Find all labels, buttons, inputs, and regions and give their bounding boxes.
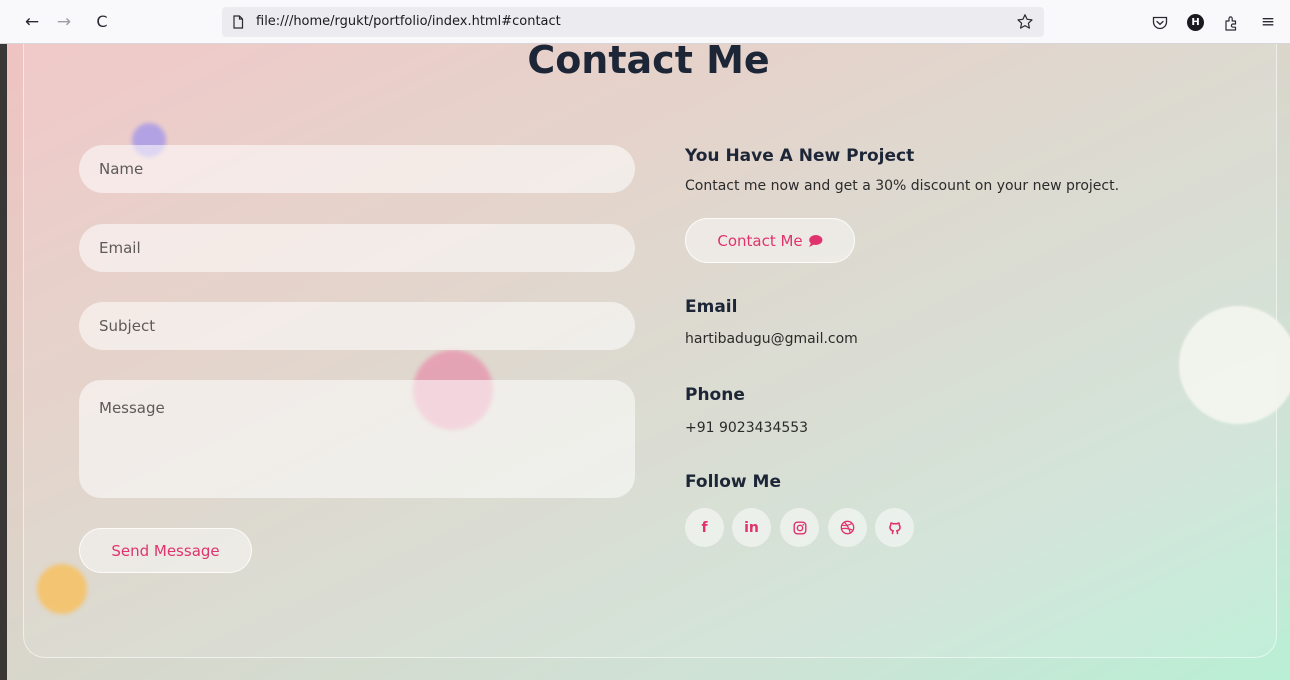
github-icon[interactable]	[875, 508, 914, 547]
send-message-label: Send Message	[111, 541, 220, 560]
phone-value: +91 9023434553	[685, 420, 809, 436]
window-edge	[0, 44, 7, 680]
page-icon	[233, 15, 244, 29]
send-message-button[interactable]: Send Message	[79, 528, 252, 573]
extensions-icon[interactable]	[1222, 14, 1240, 32]
name-input[interactable]	[79, 145, 635, 193]
subject-input[interactable]	[79, 302, 635, 350]
email-input[interactable]	[79, 224, 635, 272]
instagram-icon[interactable]	[780, 508, 819, 547]
decorative-blob-white	[1179, 306, 1290, 424]
dribbble-icon[interactable]	[828, 508, 867, 547]
app-menu-button[interactable]: ≡	[1258, 12, 1278, 32]
page-viewport: Contact Me Send Message You Have A New P…	[7, 44, 1290, 680]
project-text: Contact me now and get a 30% discount on…	[685, 178, 1120, 194]
linkedin-glyph: in	[744, 519, 759, 536]
reload-button[interactable]: C	[92, 12, 112, 32]
linkedin-icon[interactable]: in	[732, 508, 771, 547]
account-avatar[interactable]: H	[1187, 14, 1204, 31]
instagram-glyph	[793, 521, 807, 535]
project-heading: You Have A New Project	[685, 146, 915, 166]
url-text[interactable]: file:///home/rgukt/portfolio/index.html#…	[256, 14, 561, 29]
email-heading: Email	[685, 297, 738, 317]
address-bar[interactable]: file:///home/rgukt/portfolio/index.html#…	[222, 7, 1044, 37]
email-value: hartibadugu@gmail.com	[685, 331, 858, 347]
back-button[interactable]: ←	[22, 12, 42, 32]
follow-heading: Follow Me	[685, 472, 782, 492]
dribbble-glyph	[840, 520, 855, 535]
bookmark-star-icon[interactable]	[1016, 13, 1034, 31]
browser-toolbar: ← → C file:///home/rgukt/portfolio/index…	[0, 0, 1290, 44]
contact-me-button[interactable]: Contact Me	[685, 218, 855, 263]
github-glyph	[888, 521, 901, 534]
facebook-glyph: f	[701, 519, 708, 536]
page-title: Contact Me	[527, 44, 770, 82]
chat-bubble-icon	[808, 234, 823, 247]
pocket-icon[interactable]	[1151, 14, 1169, 32]
phone-heading: Phone	[685, 385, 745, 405]
forward-button[interactable]: →	[54, 12, 74, 32]
message-textarea[interactable]	[79, 380, 635, 498]
facebook-icon[interactable]: f	[685, 508, 724, 547]
decorative-blob-yellow	[37, 564, 87, 614]
contact-me-label: Contact Me	[717, 231, 803, 250]
